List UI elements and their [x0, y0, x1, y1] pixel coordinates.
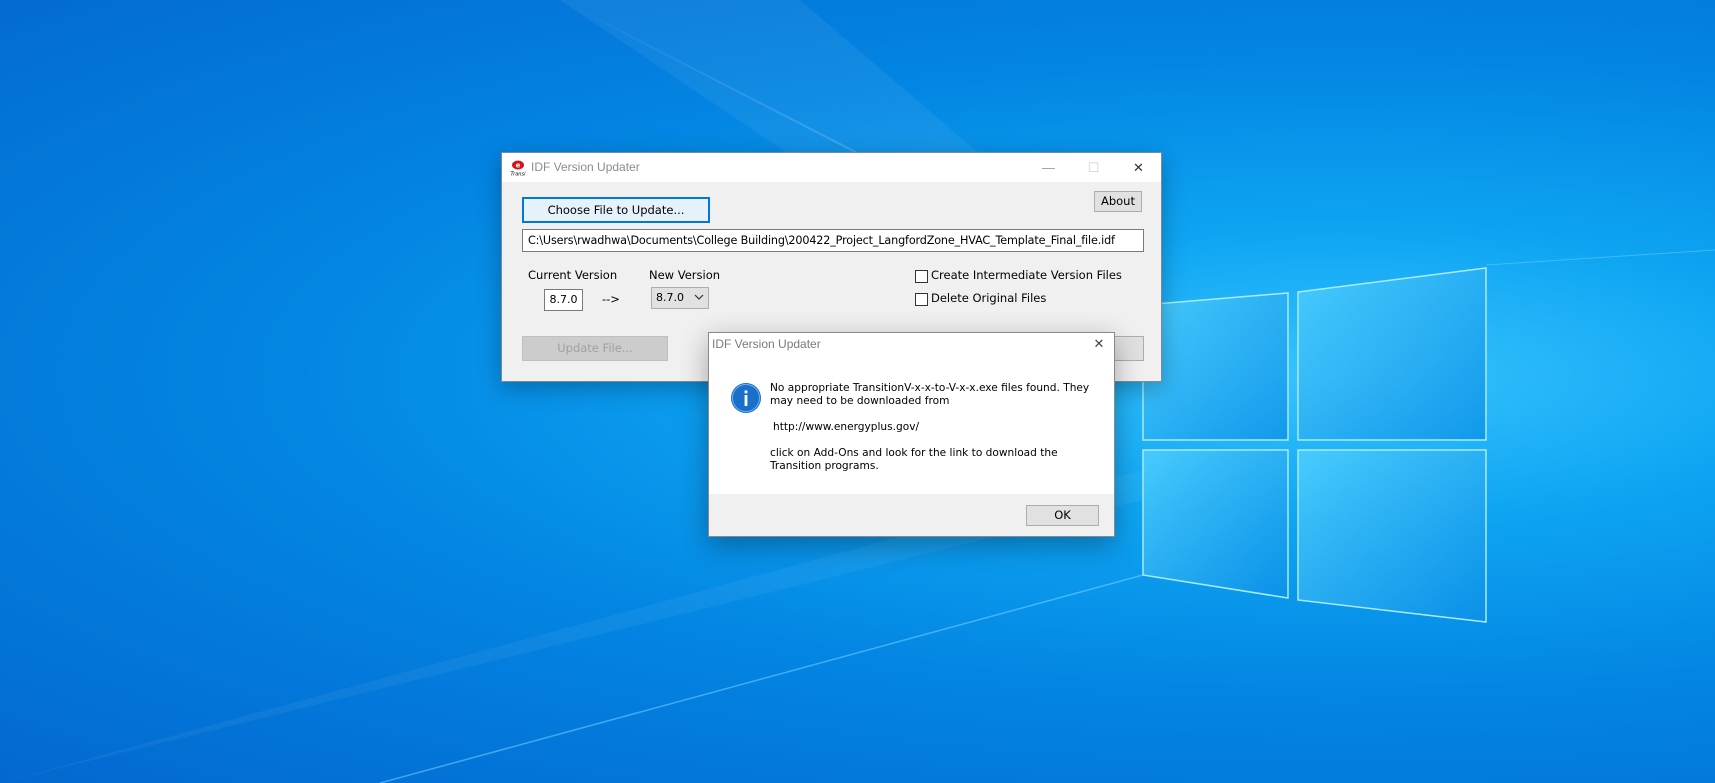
new-version-label: New Version — [649, 268, 721, 282]
delete-original-label: Delete Original Files — [931, 291, 1047, 305]
main-window-title: IDF Version Updater — [531, 160, 640, 174]
update-file-button: Update File... — [522, 336, 668, 361]
main-titlebar[interactable]: e Transi IDF Version Updater — ☐ ✕ — [502, 153, 1161, 182]
ok-button[interactable]: OK — [1026, 505, 1099, 526]
maximize-button[interactable]: ☐ — [1071, 153, 1116, 182]
version-arrow: --> — [602, 292, 620, 306]
choose-file-button[interactable]: Choose File to Update... — [522, 197, 710, 223]
close-button[interactable]: ✕ — [1116, 153, 1161, 182]
dialog-footer: OK — [709, 494, 1114, 536]
new-version-select[interactable]: 8.7.0 — [651, 287, 709, 309]
svg-text:e: e — [516, 162, 521, 170]
dialog-message-url: http://www.energyplus.gov/ — [773, 421, 920, 433]
create-intermediate-label: Create Intermediate Version Files — [931, 268, 1122, 282]
minimize-button[interactable]: — — [1026, 153, 1071, 182]
svg-text:Transi: Transi — [511, 172, 527, 178]
info-icon — [731, 383, 761, 413]
new-version-value: 8.7.0 — [656, 291, 684, 304]
dialog-title: IDF Version Updater — [712, 337, 821, 351]
create-intermediate-checkbox[interactable] — [915, 270, 928, 283]
current-version-label: Current Version — [528, 268, 618, 282]
energyplus-icon: e Transi — [511, 160, 527, 178]
delete-original-checkbox[interactable] — [915, 293, 928, 306]
desktop: e Transi IDF Version Updater — ☐ ✕ Choos… — [0, 0, 1715, 783]
file-path-field[interactable]: C:\Users\rwadhwa\Documents\College Build… — [522, 229, 1144, 252]
about-button[interactable]: About — [1094, 191, 1142, 212]
message-dialog: IDF Version Updater ✕ No appropriate Tra… — [708, 332, 1115, 537]
dialog-message-line2: click on Add-Ons and look for the link t… — [770, 447, 1058, 472]
dialog-close-button[interactable]: ✕ — [1084, 333, 1114, 355]
current-version-field: 8.7.0 — [544, 289, 583, 311]
dialog-message-line1: No appropriate TransitionV-x-x-to-V-x-x.… — [770, 382, 1090, 407]
chevron-down-icon — [694, 294, 704, 300]
